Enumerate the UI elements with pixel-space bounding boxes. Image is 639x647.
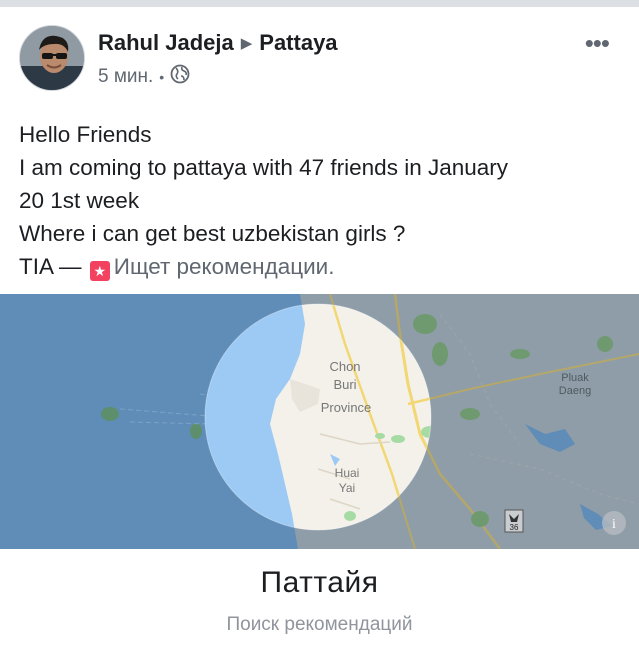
post-text-line: I am coming to pattaya with 47 friends i… [19,155,509,180]
post-header-title: Rahul Jadeja ▶ Pattaya [98,30,338,56]
post-text-line-last: TIA — ★ Ищет рекомендации. [19,250,629,283]
post-text-prefix: TIA — [19,254,82,279]
map-label-huai: Huai [335,466,360,480]
avatar-image [20,26,84,90]
post-text-line: Where i can get best uzbekistan girls ? [19,221,406,246]
route-number: 36 [510,523,519,532]
place-name[interactable]: Паттайя [0,566,639,600]
recommendation-status[interactable]: Ищет рекомендации. [114,254,335,279]
author-avatar[interactable] [19,25,85,91]
post-meta: 5 мин. • [98,64,190,90]
post-body: Hello Friends I am coming to pattaya wit… [19,118,629,283]
top-divider [0,0,639,7]
location-map[interactable]: Chon Buri Province Huai Yai Pluak Daeng … [0,294,639,549]
map-label-yai: Yai [339,481,355,495]
map-info-icon[interactable]: i [602,511,626,535]
meta-separator: • [159,69,165,85]
place-subtitle: Поиск рекомендаций [226,614,413,635]
globe-icon [170,64,190,90]
author-name[interactable]: Rahul Jadeja [98,30,234,55]
map-label-buri: Buri [333,377,356,392]
arrow-right-icon: ▶ [240,35,253,52]
route-shield-icon: 36 [504,509,524,533]
recommendation-badge-icon: ★ [89,261,110,281]
post-text-line: 20 1st week [19,188,140,213]
map-label-pluak: Pluak [561,372,589,384]
post-text-line: Hello Friends [19,122,152,147]
post-timestamp[interactable]: 5 мин. [98,66,153,88]
map-label-province: Province [321,400,372,415]
map-label-daeng: Daeng [559,385,591,397]
more-options-icon[interactable]: ••• [585,28,610,59]
location-link[interactable]: Pattaya [259,30,337,55]
map-canvas: Chon Buri Province Huai Yai Pluak Daeng … [0,294,639,549]
map-label-chon: Chon [329,359,360,374]
info-glyph: i [612,517,616,532]
